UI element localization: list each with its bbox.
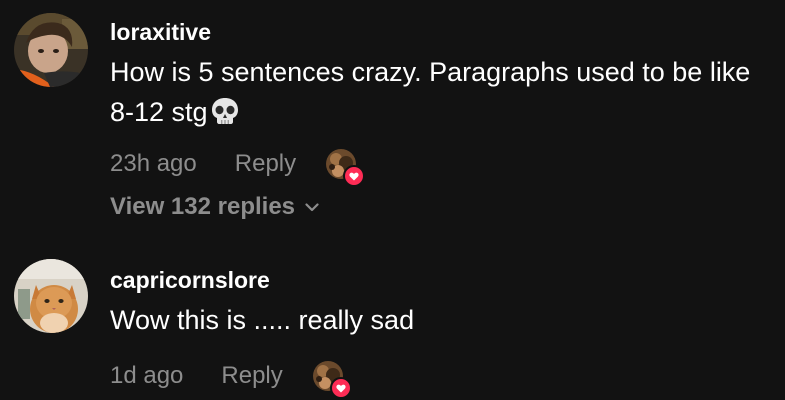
avatar-photo [14,259,88,333]
comment-text: How is 5 sentences crazy. Paragraphs use… [110,57,751,127]
comment-username[interactable]: capricornslore [110,262,777,298]
comment-text-block: How is 5 sentences crazy. Paragraphs use… [110,52,777,136]
view-replies-label: View 132 replies [110,193,296,220]
comment-content: capricornslore Wow this is ..... really … [110,262,777,399]
comment-meta: 23h ago Reply [110,144,777,187]
comment-timestamp: 23h ago [110,150,197,177]
comment-text: Wow this is ..... really sad [110,305,415,335]
comment-meta: 1d ago Reply [110,356,777,399]
comment-username[interactable]: loraxitive [110,14,777,50]
avatar[interactable] [14,259,88,333]
avatar[interactable] [14,13,88,87]
creator-liked-badge [326,149,366,187]
creator-liked-badge [312,361,352,399]
avatar-photo [14,13,88,87]
chevron-down-icon [305,202,319,211]
comment-content: loraxitive How is 5 sentences crazy. Par… [110,14,777,221]
heart-icon [329,377,352,399]
reply-button[interactable]: Reply [235,150,296,178]
skull-icon [210,96,240,136]
reply-button[interactable]: Reply [221,362,282,390]
view-replies-button[interactable]: View 132 replies [110,193,777,221]
comment-timestamp: 1d ago [110,362,184,389]
heart-icon [343,165,366,187]
